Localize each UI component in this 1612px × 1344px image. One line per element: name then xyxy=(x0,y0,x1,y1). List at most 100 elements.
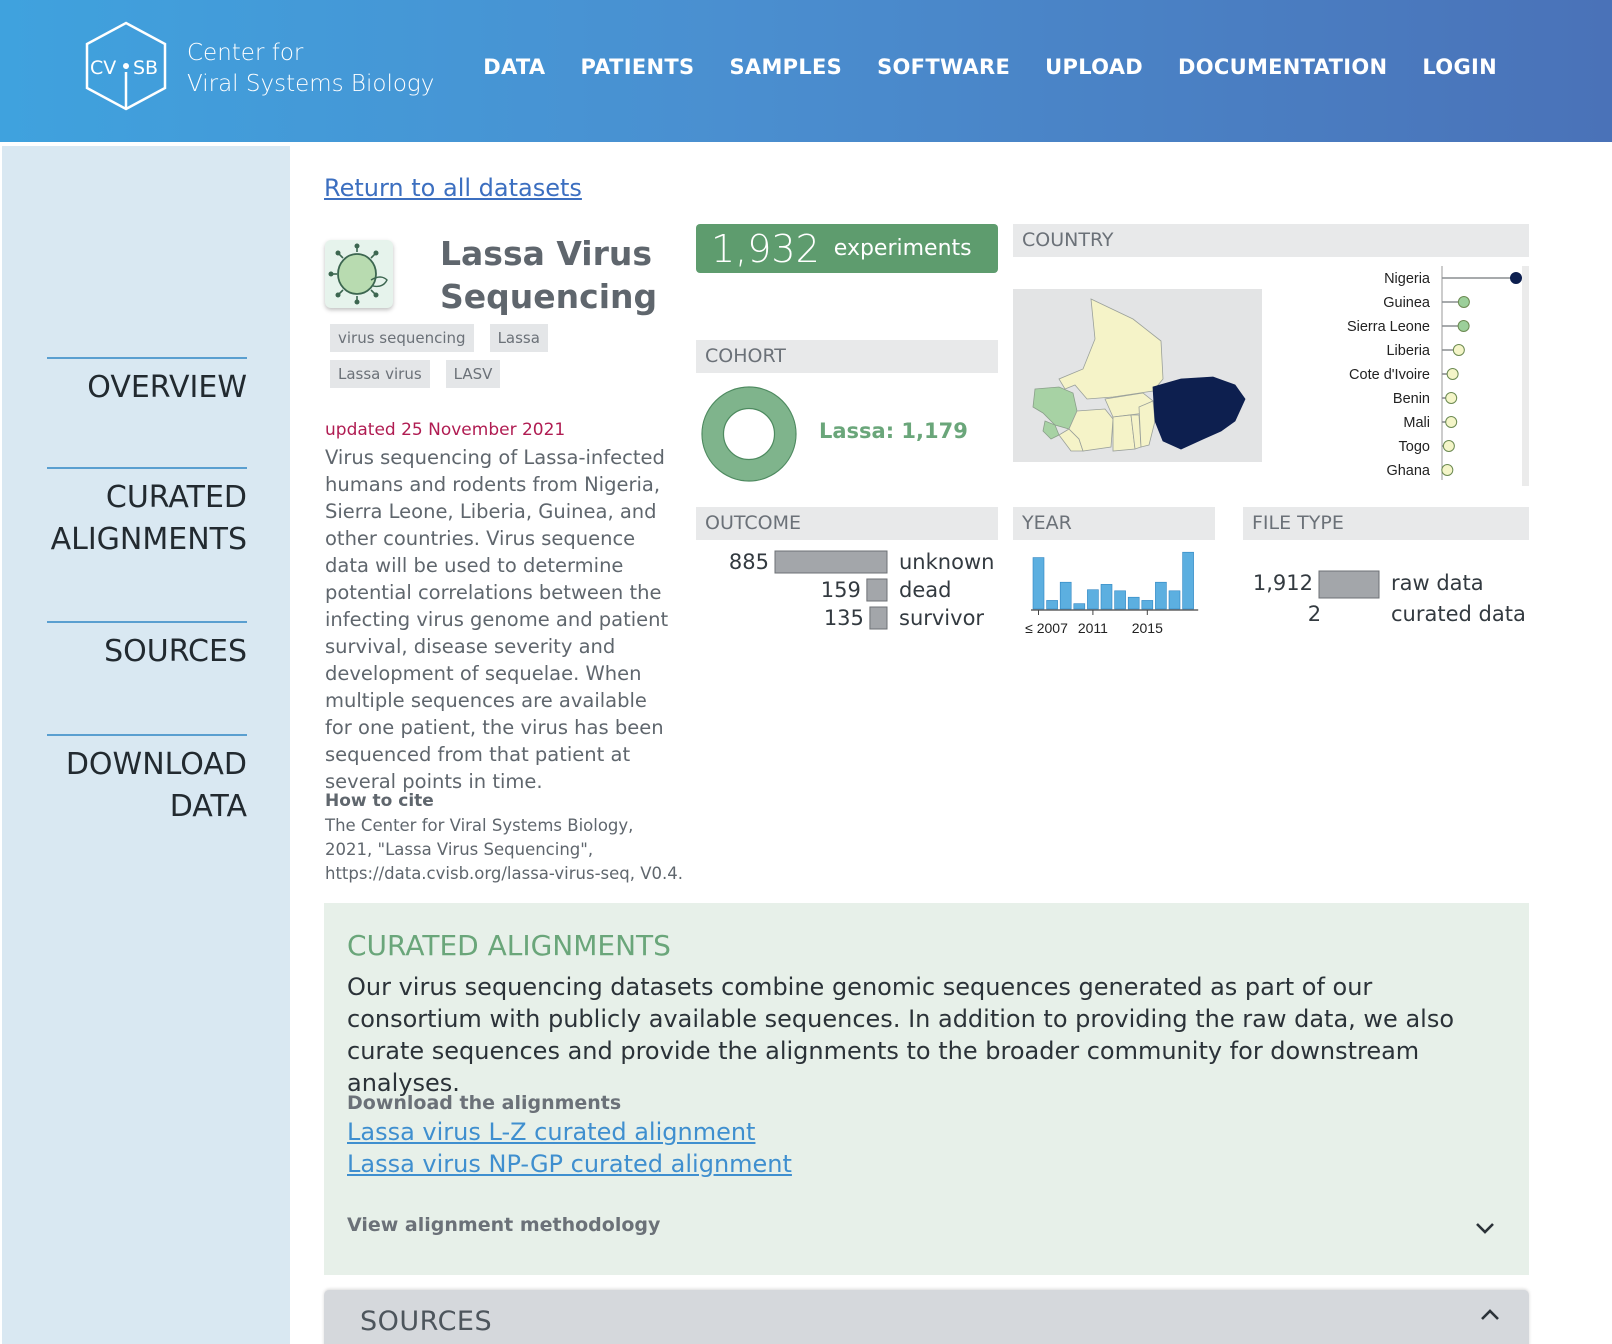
sidebar-item-curated-alignments[interactable]: CURATED ALIGNMENTS xyxy=(47,467,247,561)
country-label: Guinea xyxy=(1383,295,1431,311)
country-point[interactable] xyxy=(1441,464,1454,476)
sidebar-item-overview[interactable]: OVERVIEW xyxy=(47,357,247,409)
cvisb-logo[interactable]: CV SB xyxy=(82,20,170,112)
curated-alignments-section: CURATED ALIGNMENTS Our virus sequencing … xyxy=(324,903,1529,1275)
country-point[interactable] xyxy=(1442,440,1455,452)
file-type-bar[interactable] xyxy=(1318,570,1380,599)
year-tick-label: 2015 xyxy=(1132,620,1163,636)
country-point[interactable] xyxy=(1510,272,1522,284)
tag[interactable]: LASV xyxy=(445,360,501,388)
country-label: Nigeria xyxy=(1384,271,1431,287)
cohort-heading: COHORT xyxy=(696,340,998,373)
nav-samples[interactable]: SAMPLES xyxy=(729,55,842,79)
npgp-alignment-link[interactable]: Lassa virus NP-GP curated alignment xyxy=(347,1150,792,1178)
tag[interactable]: Lassa xyxy=(489,324,548,352)
country-heading: COUNTRY xyxy=(1013,224,1529,257)
country-point[interactable] xyxy=(1457,320,1470,332)
brand-line-1: Center for xyxy=(187,40,304,66)
country-label: Liberia xyxy=(1386,343,1430,359)
year-bar[interactable] xyxy=(1168,590,1181,610)
country-point[interactable] xyxy=(1446,368,1459,380)
outcome-heading: OUTCOME xyxy=(696,507,998,540)
file-type-heading: FILE TYPE xyxy=(1243,507,1529,540)
country-point[interactable] xyxy=(1445,416,1458,428)
country-point[interactable] xyxy=(1457,296,1470,308)
keyword-tags: virus sequencing Lassa Lassa virus LASV xyxy=(330,324,660,388)
outcome-category-label: dead xyxy=(899,578,951,602)
year-bar[interactable] xyxy=(1182,551,1194,610)
outcome-category-label: survivor xyxy=(899,606,984,630)
lassa-virus-icon xyxy=(325,240,393,308)
outcome-bar-dead[interactable] xyxy=(866,578,888,602)
brand-line-2: Viral Systems Biology xyxy=(187,71,435,97)
outcome-value-label: 885 xyxy=(729,550,769,574)
chevron-up-icon[interactable] xyxy=(1479,1308,1501,1322)
year-bar[interactable] xyxy=(1127,596,1140,610)
nav-documentation[interactable]: DOCUMENTATION xyxy=(1178,55,1387,79)
year-bar[interactable] xyxy=(1114,590,1126,610)
outcome-category-label: unknown xyxy=(899,550,994,574)
lz-alignment-link[interactable]: Lassa virus L-Z curated alignment xyxy=(347,1118,755,1146)
dataset-description: Virus sequencing of Lassa-infected human… xyxy=(325,446,669,793)
sidebar-item-download-data[interactable]: DOWNLOAD DATA xyxy=(47,734,247,828)
brand-name[interactable]: Center for Viral Systems Biology xyxy=(187,38,434,100)
year-bar[interactable] xyxy=(1141,600,1154,610)
country-lollipop-chart: Nigeria Guinea Sierra Leone Liberia Cote d'I… xyxy=(1300,266,1529,486)
cohort-label: Lassa: 1,179 xyxy=(819,419,968,443)
file-type-value-label: 2 xyxy=(1308,602,1321,626)
sidebar-item-label: CURATED xyxy=(105,480,247,515)
updated-date: updated 25 November 2021 xyxy=(325,420,566,440)
return-to-datasets-link[interactable]: Return to all datasets xyxy=(324,174,582,202)
year-bar[interactable] xyxy=(1155,581,1167,610)
sidebar-item-label: DOWNLOAD xyxy=(65,747,247,782)
year-bar[interactable] xyxy=(1073,603,1086,610)
tag[interactable]: Lassa virus xyxy=(330,360,430,388)
country-map xyxy=(1013,289,1262,462)
cite-text: The Center for Viral Systems Biology, 20… xyxy=(325,816,684,883)
file-type-bar-chart: 1,912 raw data 2 curated data xyxy=(1253,570,1526,626)
download-alignments-heading: Download the alignments xyxy=(347,1092,622,1114)
view-methodology-toggle[interactable]: View alignment methodology xyxy=(347,1214,660,1236)
outcome-bar-unknown[interactable] xyxy=(774,550,888,574)
country-label: Mali xyxy=(1403,415,1430,431)
curated-description: Our virus sequencing datasets combine ge… xyxy=(347,973,1455,1097)
nav-login[interactable]: LOGIN xyxy=(1422,55,1497,79)
nav-software[interactable]: SOFTWARE xyxy=(877,55,1010,79)
year-bar-chart: ≤ 2007 2011 2015 xyxy=(1025,551,1199,636)
country-point[interactable] xyxy=(1452,344,1465,356)
curated-title: CURATED ALIGNMENTS xyxy=(347,929,671,962)
nav-data[interactable]: DATA xyxy=(483,55,545,79)
sidebar: OVERVIEW CURATED ALIGNMENTS SOURCES DOWN… xyxy=(2,146,290,1344)
sidebar-item-label: ALIGNMENTS xyxy=(50,522,247,557)
site-header: CV SB Center for Viral Systems Biology D… xyxy=(0,0,1612,142)
country-label: Togo xyxy=(1399,439,1430,455)
nav-patients[interactable]: PATIENTS xyxy=(580,55,694,79)
country-label: Sierra Leone xyxy=(1347,319,1430,335)
sources-section[interactable]: SOURCES xyxy=(324,1290,1529,1344)
sidebar-item-label: DATA xyxy=(169,789,247,824)
year-bar[interactable] xyxy=(1059,581,1072,610)
outcome-bar-survivor[interactable] xyxy=(869,606,888,630)
year-bar[interactable] xyxy=(1100,584,1113,610)
country-label: Benin xyxy=(1393,391,1430,407)
experiments-label: experiments xyxy=(833,236,972,261)
country-label: Cote d'Ivoire xyxy=(1349,367,1430,383)
experiments-count: 1,932 xyxy=(711,226,820,271)
cite-heading: How to cite xyxy=(325,791,434,811)
sources-title: SOURCES xyxy=(360,1306,493,1337)
country-point[interactable] xyxy=(1445,392,1458,404)
logo-text-left: CV xyxy=(90,57,116,79)
year-bar[interactable] xyxy=(1032,557,1045,610)
chevron-down-icon[interactable] xyxy=(1474,1221,1496,1235)
tag[interactable]: virus sequencing xyxy=(330,324,474,352)
logo-text-right: SB xyxy=(133,57,158,79)
year-tick-label: 2011 xyxy=(1078,620,1108,636)
year-bar[interactable] xyxy=(1087,589,1099,610)
sidebar-item-sources[interactable]: SOURCES xyxy=(47,621,247,673)
year-bar[interactable] xyxy=(1046,600,1058,610)
dataset-title: Lassa Virus Sequencing xyxy=(440,232,657,318)
sidebar-item-label: SOURCES xyxy=(104,634,247,669)
nav-upload[interactable]: UPLOAD xyxy=(1045,55,1143,79)
outcome-value-label: 135 xyxy=(824,606,864,630)
main-nav: DATA PATIENTS SAMPLES SOFTWARE UPLOAD DO… xyxy=(483,55,1497,79)
